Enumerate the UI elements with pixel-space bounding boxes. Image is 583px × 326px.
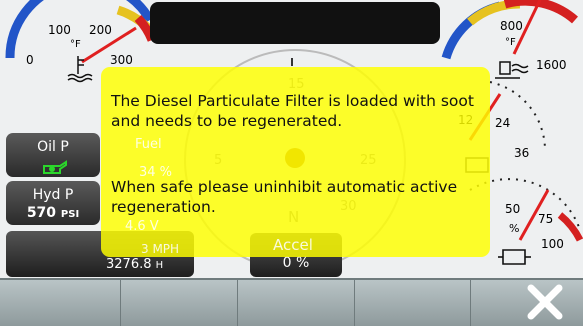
exhaust-icon [495,61,529,79]
right-mid-tick: 36 [514,146,529,160]
accel-value: 0 % [282,255,310,271]
softkey-3[interactable] [238,280,355,326]
softkey-bar [0,278,583,326]
load-tick: 50 [505,202,520,216]
exhaust-tick: 800 [500,19,523,33]
temp-tick: 200 [89,23,112,37]
close-button[interactable] [525,283,565,321]
temp-tick: 300 [110,53,133,67]
hour-meter: 3276.8 H [106,257,163,272]
dashboard-screen: 0 100 200 300 °F 800 1600 °F 24 36 50 75… [0,0,583,278]
coolant-temp-icon [67,56,93,83]
oil-can-icon [43,160,67,174]
right-mid-tick: 24 [495,116,510,130]
alert-message-2: When safe please uninhibit automatic act… [111,178,458,216]
accel-label-ghost: Accel [273,236,313,254]
softkey-1[interactable] [0,280,121,326]
temp-unit: °F [70,39,81,50]
hyd-pressure-unit: PSI [60,209,80,220]
check-engine-icon [498,249,531,265]
load-tick: 100 [541,237,564,251]
exhaust-unit: °F [505,37,516,48]
temp-tick: 0 [26,53,34,67]
volt-value-ghost: 4.6 V [125,219,159,234]
softkey-2[interactable] [121,280,238,326]
fuel-label-ghost: Fuel [135,137,162,152]
close-icon [527,284,563,320]
oil-pressure-indicator: Oil P [6,133,100,177]
dpf-regeneration-alert: Fuel 34 % 4.6 V 3 MPH Accel The Diesel P… [101,67,490,257]
top-message-bar [150,2,440,44]
hyd-pressure-value: 570 PSI [6,205,100,221]
hyd-pressure-number: 570 [26,205,57,221]
alert-message-1: The Diesel Particulate Filter is loaded … [111,92,474,130]
hydraulic-pressure-indicator: Hyd P 570 PSI [6,181,100,225]
oil-pressure-label: Oil P [37,139,69,155]
speed-value-ghost: 3 MPH [141,242,180,256]
hyd-pressure-label: Hyd P [32,187,74,203]
exhaust-tick: 1600 [536,58,567,72]
softkey-4[interactable] [355,280,471,326]
load-tick: 75 [538,212,553,226]
hour-meter-unit: H [155,260,164,271]
load-unit: % [509,222,519,235]
hour-meter-value: 3276.8 [106,257,152,272]
temp-tick: 100 [48,23,71,37]
